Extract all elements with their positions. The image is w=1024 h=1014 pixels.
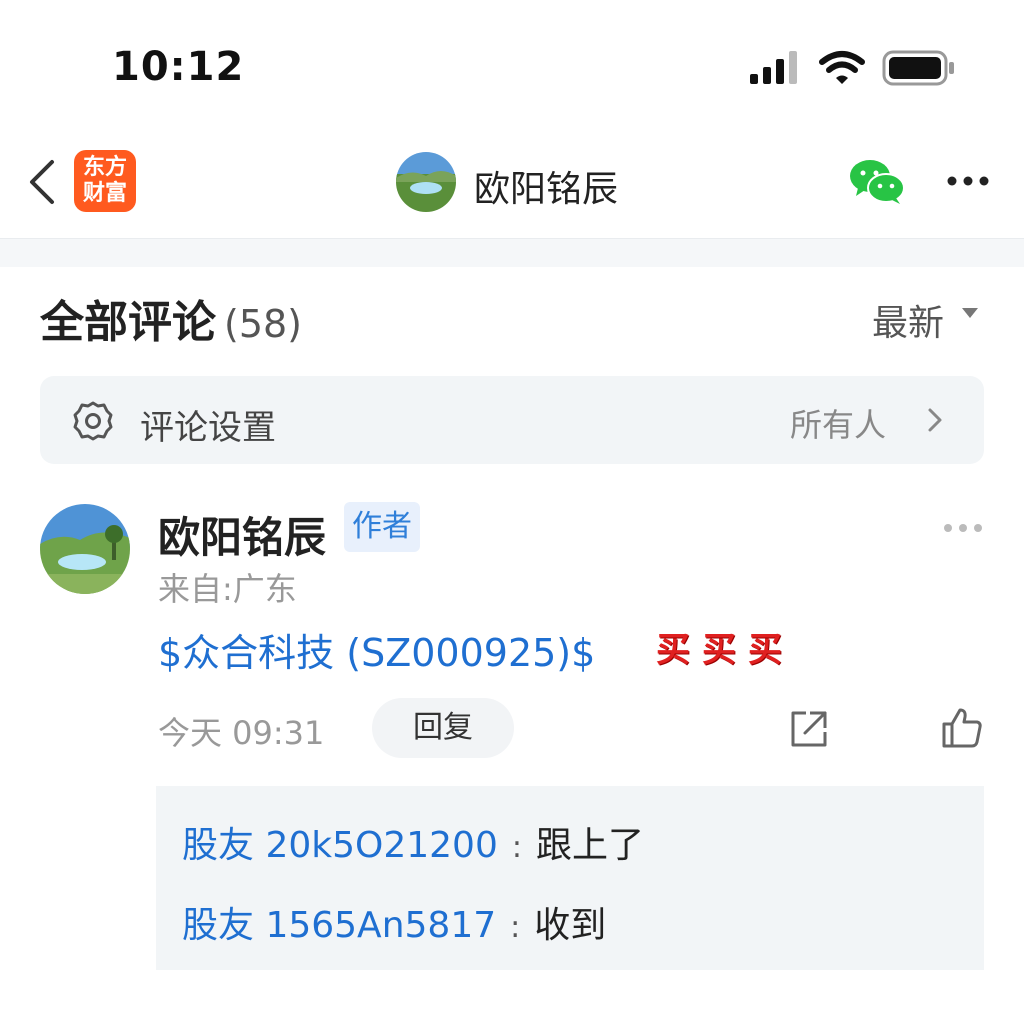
- wifi-icon: [819, 51, 865, 84]
- chevron-right-icon: [928, 408, 942, 432]
- comment-timestamp: 今天 09:31: [158, 714, 325, 752]
- caret-down-icon[interactable]: [962, 308, 978, 318]
- status-time: 10:12: [112, 44, 245, 90]
- landscape-avatar-image: [396, 152, 456, 212]
- more-options-icon[interactable]: [946, 174, 990, 188]
- comment-settings-row[interactable]: 评论设置 所有人: [40, 376, 984, 464]
- comment-settings-label: 评论设置: [140, 408, 276, 448]
- comments-heading: 全部评论 (58): [40, 286, 302, 350]
- sort-dropdown[interactable]: 最新: [872, 294, 944, 346]
- reply-user[interactable]: 股友 20k5O21200: [182, 825, 498, 866]
- battery-icon: [882, 50, 954, 86]
- comment-author-avatar[interactable]: [40, 504, 130, 594]
- comment-more-icon[interactable]: [942, 522, 984, 534]
- reply-user[interactable]: 股友 1565An5817: [182, 905, 496, 946]
- comments-title: 全部评论: [40, 297, 216, 348]
- section-divider: [0, 238, 1024, 267]
- comments-count: (58): [224, 302, 303, 346]
- reply-colon: :: [510, 910, 521, 945]
- signal-icon: [750, 51, 797, 84]
- stock-tag-link[interactable]: $众合科技 (SZ000925)$: [158, 622, 595, 677]
- comment-location: 来自:广东: [158, 570, 297, 608]
- reply-button[interactable]: 回复: [372, 698, 514, 758]
- gear-icon: [73, 401, 113, 441]
- nav-title: 欧阳铭辰: [474, 169, 619, 210]
- reply-text: 收到: [534, 905, 607, 946]
- reply-item[interactable]: 股友 1565An5817: 收到: [182, 896, 606, 948]
- thumbs-up-icon[interactable]: [940, 706, 984, 750]
- author-avatar-small[interactable]: [396, 152, 456, 212]
- share-icon[interactable]: [788, 708, 830, 750]
- reply-colon: :: [511, 830, 522, 865]
- back-chevron-icon[interactable]: [26, 158, 58, 206]
- comment-author-name[interactable]: 欧阳铭辰: [158, 504, 326, 565]
- buy-emoji-stickers: 买买买: [656, 630, 794, 670]
- logo-line-2: 财富: [82, 181, 127, 206]
- logo-line-1: 东方: [82, 155, 127, 180]
- replies-box: 股友 20k5O21200: 跟上了 股友 1565An5817: 收到: [156, 786, 984, 970]
- landscape-avatar-image: [40, 504, 130, 594]
- wechat-share-icon[interactable]: [848, 158, 906, 206]
- app-logo[interactable]: 东方 财富: [74, 150, 136, 212]
- reply-item[interactable]: 股友 20k5O21200: 跟上了: [182, 816, 644, 868]
- reply-text: 跟上了: [535, 825, 644, 866]
- author-badge: 作者: [344, 502, 420, 552]
- comment-settings-value: 所有人: [790, 406, 887, 444]
